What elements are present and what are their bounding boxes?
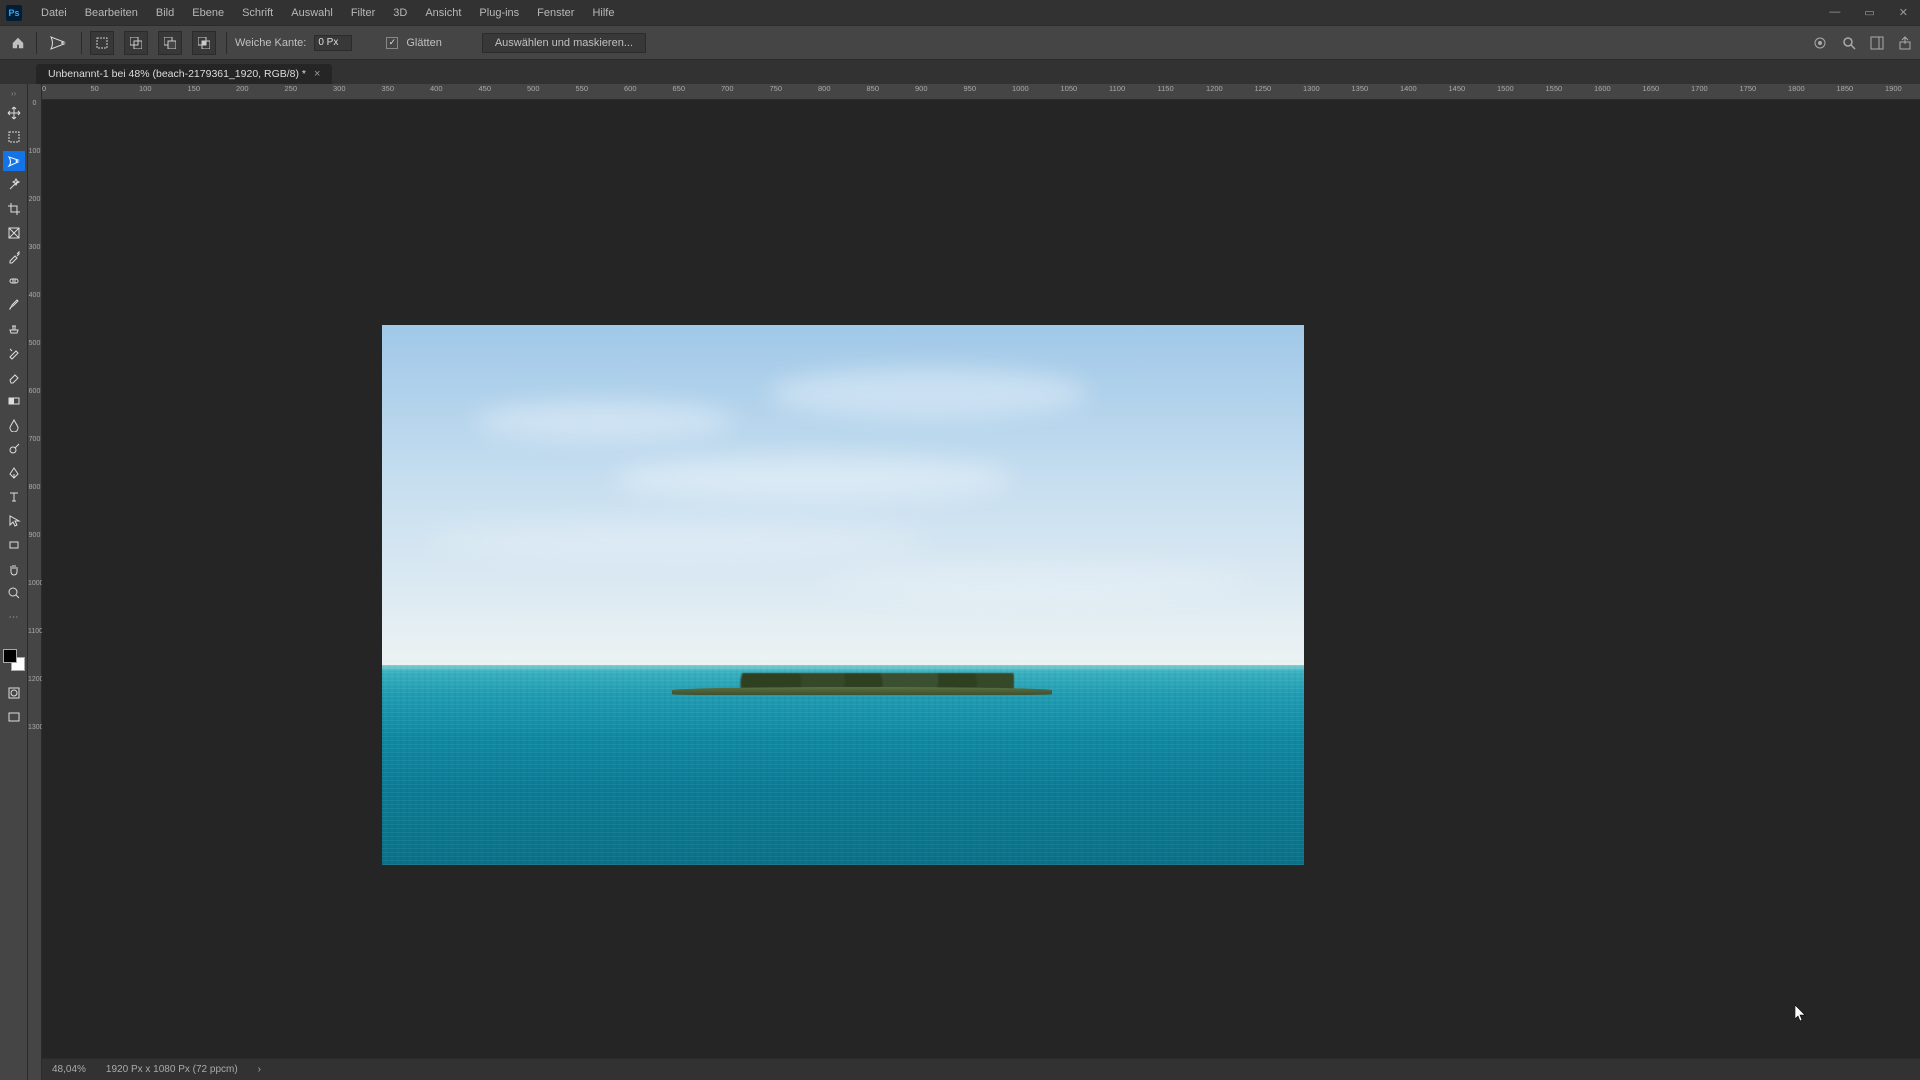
zoom-level[interactable]: 48,04% xyxy=(52,1064,86,1075)
color-swatches[interactable] xyxy=(3,649,25,671)
brush-tool[interactable] xyxy=(3,295,25,315)
minimize-button[interactable]: — xyxy=(1823,4,1846,21)
selection-mode-subtract[interactable] xyxy=(158,31,182,55)
blur-tool[interactable] xyxy=(3,415,25,435)
foreground-color-swatch[interactable] xyxy=(3,649,17,663)
quick-mask-icon[interactable] xyxy=(3,683,25,703)
app-logo: Ps xyxy=(6,5,22,21)
eraser-tool[interactable] xyxy=(3,367,25,387)
selection-mode-new[interactable] xyxy=(90,31,114,55)
menu-item[interactable]: Bild xyxy=(147,4,183,22)
lasso-tool[interactable] xyxy=(3,151,25,171)
select-and-mask-button[interactable]: Auswählen und maskieren... xyxy=(482,33,646,53)
antialias-checkbox[interactable]: ✓ xyxy=(386,37,398,49)
document-tab-title: Unbenannt-1 bei 48% (beach-2179361_1920,… xyxy=(48,68,306,80)
more-tools-icon[interactable]: ⋯ xyxy=(3,607,25,627)
document-tabs: Unbenannt-1 bei 48% (beach-2179361_1920,… xyxy=(0,60,1920,84)
collapse-toolbox-icon[interactable]: ›› xyxy=(3,87,25,99)
eyedropper-tool[interactable] xyxy=(3,247,25,267)
menu-item[interactable]: Schrift xyxy=(233,4,282,22)
document-info[interactable]: 1920 Px x 1080 Px (72 ppcm) xyxy=(106,1064,238,1075)
move-tool[interactable] xyxy=(3,103,25,123)
selection-mode-add[interactable] xyxy=(124,31,148,55)
antialias-label: Glätten xyxy=(406,37,441,49)
menu-item[interactable]: Ebene xyxy=(183,4,233,22)
status-chevron-icon[interactable]: › xyxy=(258,1064,261,1075)
canvas[interactable] xyxy=(42,100,1920,1058)
cloud-icon[interactable] xyxy=(1812,36,1828,50)
menu-item[interactable]: Hilfe xyxy=(583,4,623,22)
toolbox: ›› ⋯ xyxy=(0,84,28,1080)
history-brush-tool[interactable] xyxy=(3,343,25,363)
home-icon[interactable] xyxy=(8,33,28,53)
crop-tool[interactable] xyxy=(3,199,25,219)
path-selection-tool[interactable] xyxy=(3,511,25,531)
menu-item[interactable]: Bearbeiten xyxy=(76,4,147,22)
rectangle-tool[interactable] xyxy=(3,535,25,555)
current-tool-icon[interactable] xyxy=(45,32,73,54)
menu-bar: Ps Datei Bearbeiten Bild Ebene Schrift A… xyxy=(0,0,1920,25)
feather-label: Weiche Kante: xyxy=(235,37,306,49)
dodge-tool[interactable] xyxy=(3,439,25,459)
marquee-tool[interactable] xyxy=(3,127,25,147)
hand-tool[interactable] xyxy=(3,559,25,579)
close-tab-icon[interactable]: × xyxy=(314,68,320,80)
zoom-tool[interactable] xyxy=(3,583,25,603)
selection-mode-intersect[interactable] xyxy=(192,31,216,55)
status-bar: 48,04% 1920 Px x 1080 Px (72 ppcm) › xyxy=(42,1058,1920,1080)
document-tab[interactable]: Unbenannt-1 bei 48% (beach-2179361_1920,… xyxy=(36,64,332,84)
share-icon[interactable] xyxy=(1898,36,1912,50)
type-tool[interactable] xyxy=(3,487,25,507)
clone-stamp-tool[interactable] xyxy=(3,319,25,339)
close-button[interactable]: ✕ xyxy=(1893,4,1914,21)
horizontal-ruler: 0501001502002503003504004505005506006507… xyxy=(42,84,1920,100)
options-bar: Weiche Kante: ✓ Glätten Auswählen und ma… xyxy=(0,25,1920,60)
gradient-tool[interactable] xyxy=(3,391,25,411)
main-menu: Datei Bearbeiten Bild Ebene Schrift Ausw… xyxy=(32,4,623,22)
menu-item[interactable]: Ansicht xyxy=(416,4,470,22)
menu-item[interactable]: Auswahl xyxy=(282,4,342,22)
screen-mode-icon[interactable] xyxy=(3,707,25,727)
menu-item[interactable]: Plug-ins xyxy=(470,4,528,22)
edit-toolbar-icon[interactable] xyxy=(3,631,25,641)
menu-item[interactable]: Datei xyxy=(32,4,76,22)
maximize-button[interactable]: ▭ xyxy=(1858,4,1880,21)
healing-brush-tool[interactable] xyxy=(3,271,25,291)
search-icon[interactable] xyxy=(1842,36,1856,50)
menu-item[interactable]: Filter xyxy=(342,4,384,22)
menu-item[interactable]: Fenster xyxy=(528,4,583,22)
frame-tool[interactable] xyxy=(3,223,25,243)
vertical-ruler: 0100200300400500600700800900100011001200… xyxy=(28,84,42,1080)
menu-item[interactable]: 3D xyxy=(384,4,416,22)
workspace-icon[interactable] xyxy=(1870,36,1884,50)
pen-tool[interactable] xyxy=(3,463,25,483)
canvas-image xyxy=(382,325,1304,865)
magic-wand-tool[interactable] xyxy=(3,175,25,195)
feather-input[interactable] xyxy=(314,35,352,51)
